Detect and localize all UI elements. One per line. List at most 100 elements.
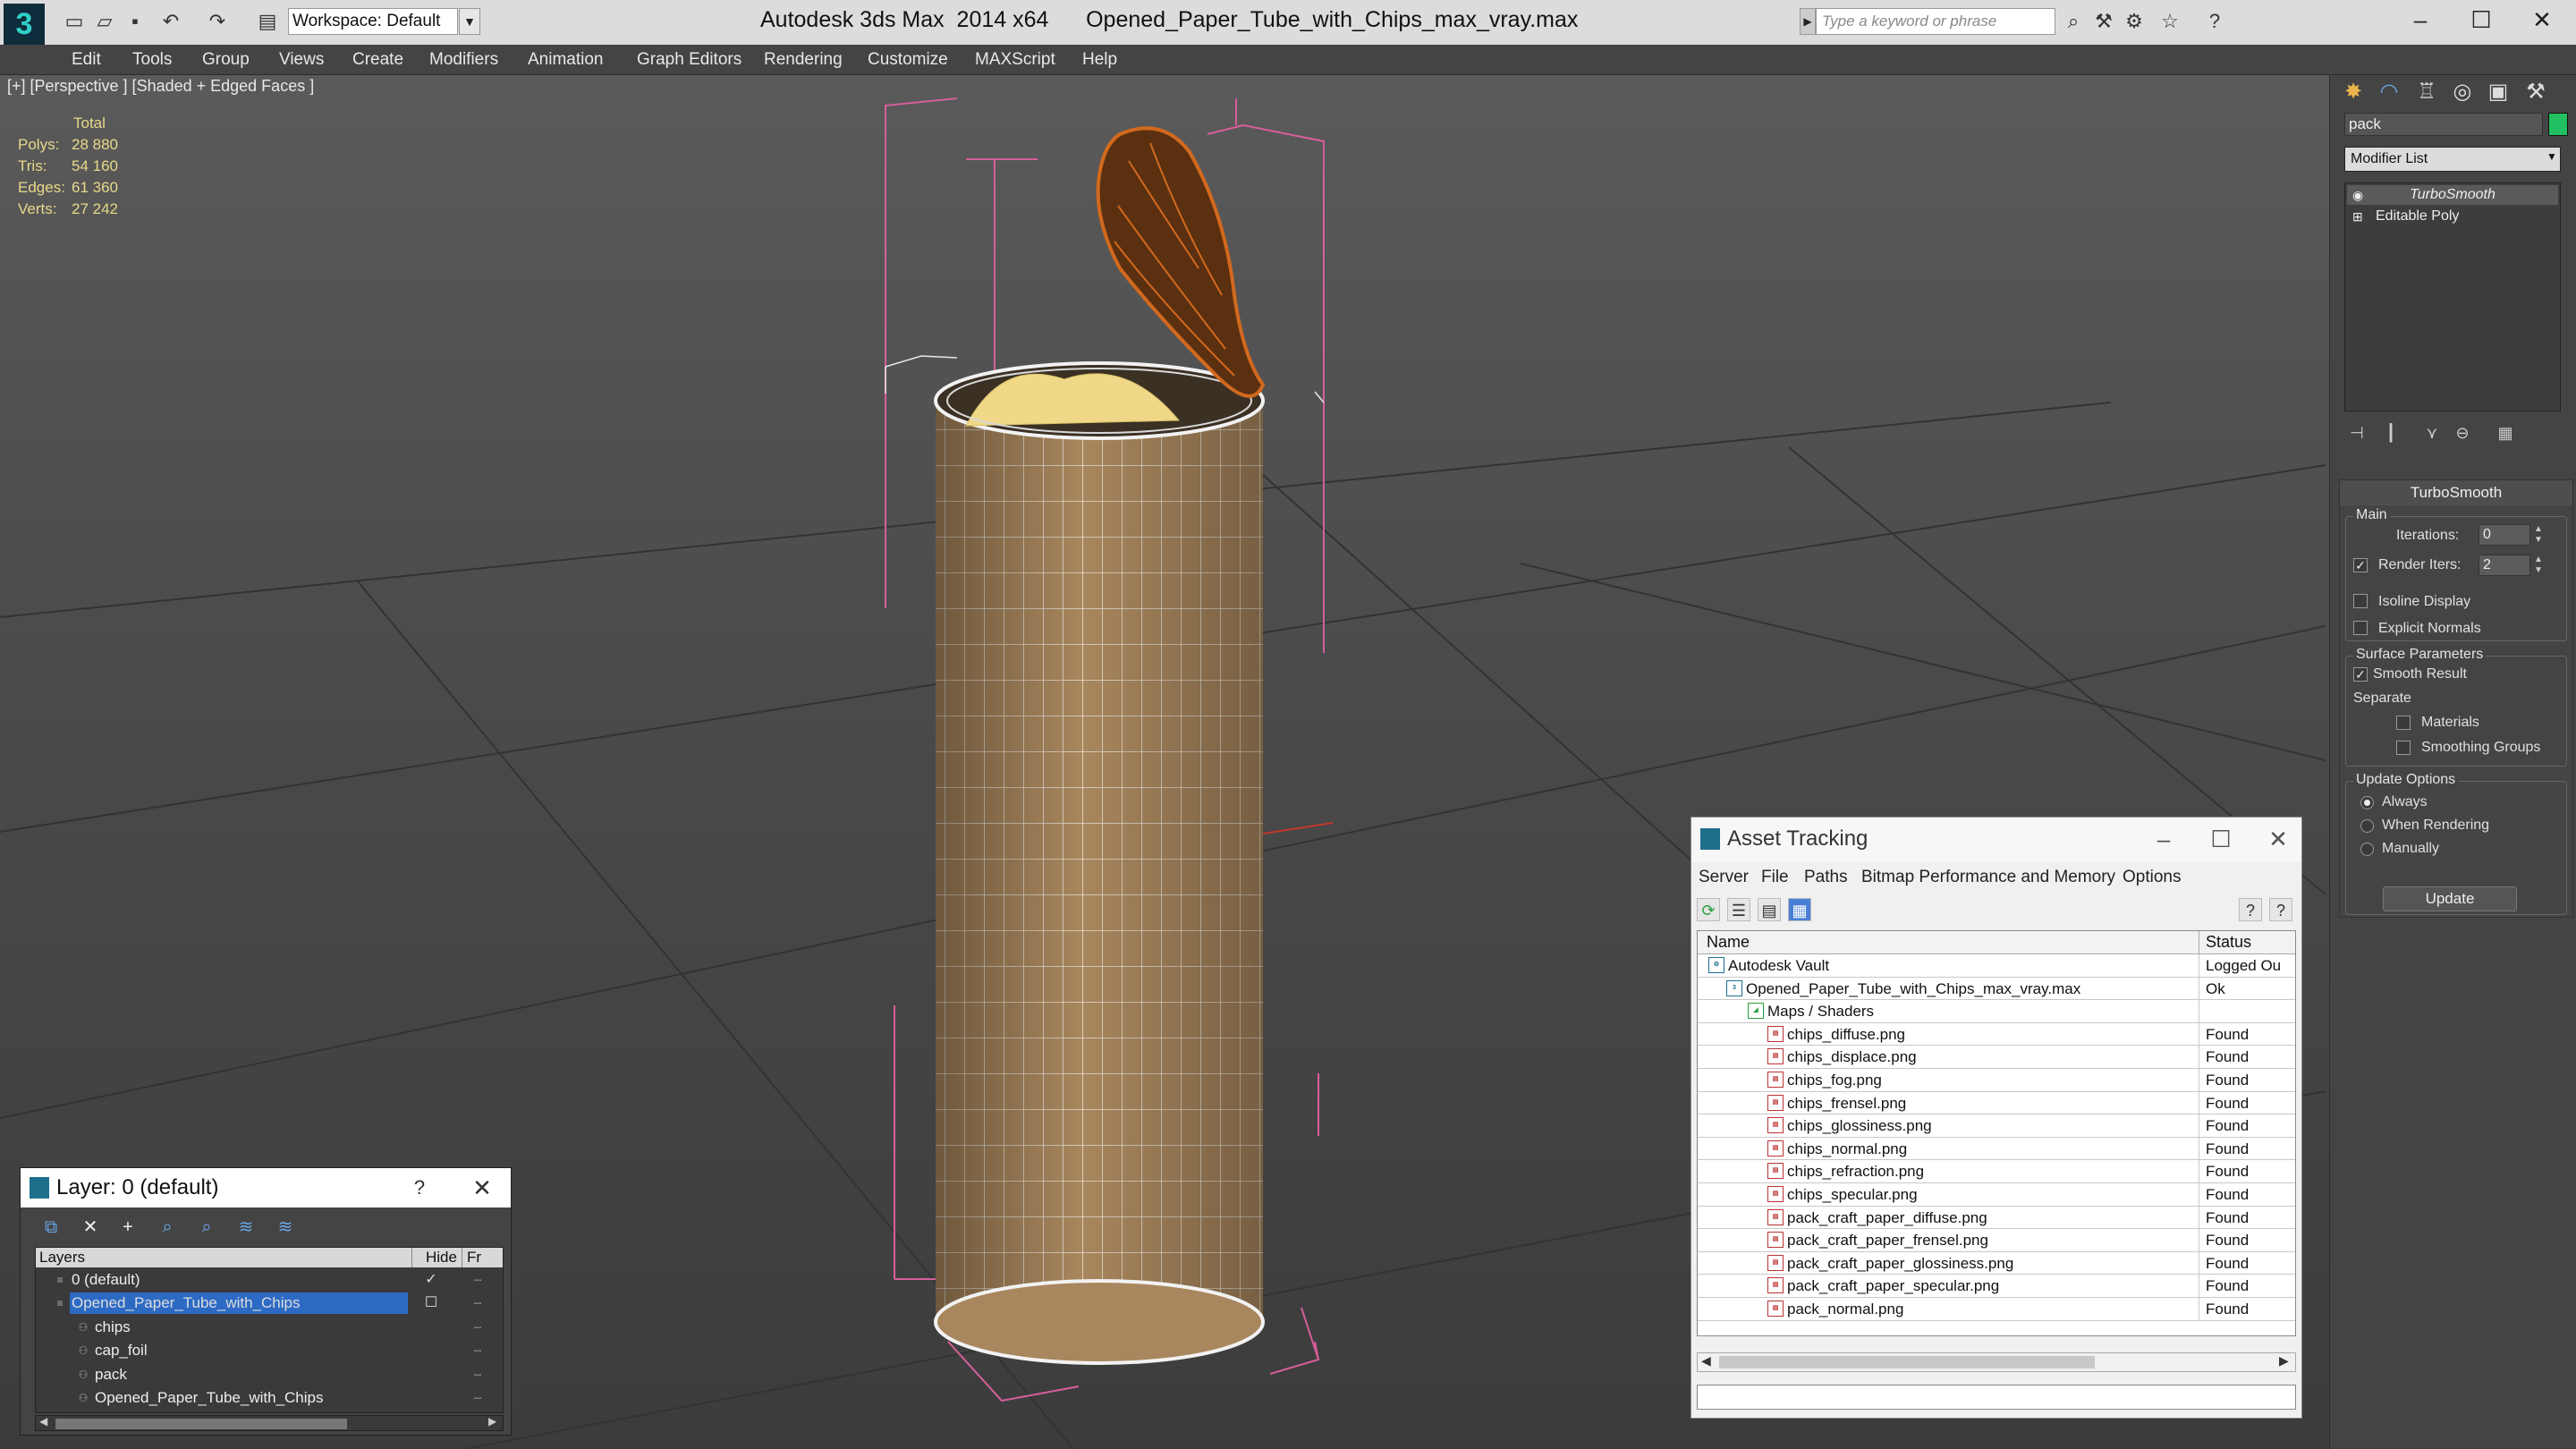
layer-row[interactable]: ≡ 0 (default) ✓ ┄ bbox=[36, 1269, 503, 1291]
table-row[interactable]: ⚙ Autodesk Vault Logged Ou bbox=[1698, 954, 2295, 978]
scroll-left-icon[interactable]: ◀ bbox=[39, 1415, 47, 1428]
table-row[interactable]: ▤ chips_diffuse.png Found bbox=[1698, 1022, 2295, 1046]
utilities-tab-icon[interactable]: ⚒ bbox=[2520, 79, 2552, 106]
menu-edit[interactable]: Edit bbox=[72, 45, 101, 75]
list-view-icon[interactable]: ☰ bbox=[1727, 898, 1750, 921]
update-button[interactable]: Update bbox=[2383, 886, 2517, 911]
configure-modifier-sets-icon[interactable]: ▦ bbox=[2495, 424, 2516, 445]
table-row[interactable]: ▤ chips_normal.png Found bbox=[1698, 1137, 2295, 1161]
select-objects-icon[interactable]: ⌕ bbox=[155, 1215, 180, 1240]
current-layer-check-icon[interactable]: ✓ bbox=[424, 1269, 438, 1291]
binoculars-icon[interactable]: ⌕ bbox=[2063, 12, 2084, 33]
menu-views[interactable]: Views bbox=[279, 45, 324, 75]
table-row[interactable]: ▤ pack_craft_paper_specular.png Found bbox=[1698, 1275, 2295, 1298]
motion-tab-icon[interactable]: ◎ bbox=[2446, 79, 2479, 106]
explicit-normals-checkbox[interactable] bbox=[2353, 621, 2368, 635]
freeze-toggle[interactable]: ┄ bbox=[467, 1387, 488, 1409]
menu-create[interactable]: Create bbox=[352, 45, 403, 75]
close-icon[interactable]: ✕ bbox=[2515, 4, 2569, 36]
menu-paths[interactable]: Paths bbox=[1804, 862, 1848, 893]
pin-stack-icon[interactable]: ⊣ bbox=[2346, 424, 2368, 445]
minimize-icon[interactable]: – bbox=[2394, 4, 2447, 36]
subscription-icon[interactable]: ⚒ bbox=[2093, 12, 2114, 33]
menu-modifiers[interactable]: Modifiers bbox=[429, 45, 498, 75]
smooth-result-checkbox[interactable]: ✓ bbox=[2353, 667, 2368, 682]
table-row[interactable]: ◢ Maps / Shaders bbox=[1698, 1000, 2295, 1023]
thumbnail-view-icon[interactable]: ▤ bbox=[1758, 898, 1781, 921]
column-header-status[interactable]: Status bbox=[2206, 933, 2251, 952]
hierarchy-tab-icon[interactable]: ♖ bbox=[2411, 79, 2443, 106]
freeze-toggle[interactable]: ┄ bbox=[467, 1364, 488, 1385]
delete-layer-icon[interactable]: ✕ bbox=[78, 1215, 103, 1240]
menu-tools[interactable]: Tools bbox=[132, 45, 172, 75]
dialog-title-bar[interactable]: Asset Tracking – ☐ ✕ bbox=[1691, 818, 2301, 862]
hide-all-layers-icon[interactable]: ≋ bbox=[233, 1215, 258, 1240]
menu-rendering[interactable]: Rendering bbox=[764, 45, 843, 75]
open-file-icon[interactable]: ▱ bbox=[95, 12, 114, 31]
chevron-down-icon[interactable]: ▼ bbox=[459, 8, 480, 35]
display-tab-icon[interactable]: ▣ bbox=[2482, 79, 2514, 106]
maximize-icon[interactable]: ☐ bbox=[2203, 823, 2239, 855]
communication-icon[interactable]: ⚙ bbox=[2123, 12, 2145, 33]
play-icon[interactable]: ▶ bbox=[1800, 8, 1816, 35]
lightbulb-icon[interactable]: ◉ bbox=[2352, 185, 2363, 205]
layer-name[interactable]: cap_foil bbox=[93, 1340, 149, 1361]
app-logo-icon[interactable]: 3 bbox=[4, 4, 45, 45]
when-rendering-radio[interactable] bbox=[2360, 819, 2374, 833]
table-row[interactable]: ▤ chips_refraction.png Found bbox=[1698, 1160, 2295, 1183]
new-file-icon[interactable]: ▭ bbox=[64, 12, 84, 31]
menu-help[interactable]: Help bbox=[1082, 45, 1117, 75]
freeze-toggle[interactable]: ┄ bbox=[467, 1340, 488, 1361]
modify-tab-icon[interactable]: ◠ bbox=[2373, 79, 2405, 106]
menu-customize[interactable]: Customize bbox=[868, 45, 948, 75]
table-row[interactable]: ▤ chips_displace.png Found bbox=[1698, 1046, 2295, 1069]
layer-row[interactable]: ⚇ chips ┄ bbox=[36, 1317, 503, 1338]
minimize-icon[interactable]: – bbox=[2146, 823, 2182, 855]
scroll-left-icon[interactable]: ◀ bbox=[1701, 1353, 1711, 1368]
column-header-layers[interactable]: Layers bbox=[39, 1248, 85, 1267]
layer-row[interactable]: ≡ Opened_Paper_Tube_with_Chips ☐ ┄ bbox=[36, 1292, 503, 1315]
table-view-icon[interactable]: ▦ bbox=[1788, 898, 1811, 921]
column-header-hide[interactable]: Hide bbox=[426, 1248, 457, 1267]
show-end-result-icon[interactable]: ┃ bbox=[2380, 424, 2402, 445]
always-radio[interactable] bbox=[2360, 796, 2374, 809]
asset-path-field[interactable] bbox=[1697, 1385, 2296, 1410]
maximize-icon[interactable]: ☐ bbox=[2454, 4, 2508, 36]
layer-name[interactable]: Opened_Paper_Tube_with_Chips bbox=[70, 1292, 408, 1315]
menu-graph-editors[interactable]: Graph Editors bbox=[637, 45, 741, 75]
remove-modifier-icon[interactable]: ⊖ bbox=[2452, 424, 2473, 445]
dialog-title-bar[interactable]: Layer: 0 (default) ? ✕ bbox=[21, 1168, 511, 1208]
hide-toggle[interactable]: ☐ bbox=[424, 1292, 438, 1314]
horizontal-scrollbar[interactable]: ◀ ▶ bbox=[1697, 1352, 2296, 1372]
stack-item-editable-poly[interactable]: ⊞ Editable Poly bbox=[2347, 207, 2558, 226]
layer-row[interactable]: ⚇ cap_foil ┄ bbox=[36, 1340, 503, 1361]
table-row[interactable]: ▤ pack_craft_paper_diffuse.png Found bbox=[1698, 1206, 2295, 1230]
menu-bitmap-performance[interactable]: Bitmap Performance and Memory bbox=[1861, 862, 2115, 893]
create-layer-icon[interactable]: ⧉ bbox=[38, 1215, 64, 1240]
freeze-toggle[interactable]: ┄ bbox=[467, 1292, 488, 1314]
scroll-right-icon[interactable]: ▶ bbox=[488, 1415, 496, 1428]
layer-name[interactable]: pack bbox=[93, 1364, 129, 1385]
workspace-selector[interactable]: Workspace: Default bbox=[288, 8, 458, 35]
table-row[interactable]: ▤ pack_craft_paper_frensel.png Found bbox=[1698, 1229, 2295, 1252]
layer-name[interactable]: chips bbox=[93, 1317, 132, 1338]
horizontal-scrollbar[interactable]: ◀ ▶ bbox=[35, 1415, 504, 1431]
menu-group[interactable]: Group bbox=[202, 45, 250, 75]
chevron-down-icon[interactable]: ▼ bbox=[2545, 150, 2559, 168]
layer-row[interactable]: ⚇ Opened_Paper_Tube_with_Chips ┄ bbox=[36, 1387, 503, 1409]
table-row[interactable]: ▤ chips_fog.png Found bbox=[1698, 1069, 2295, 1092]
project-folder-icon[interactable]: ▤ bbox=[258, 12, 277, 31]
table-row[interactable]: ▤ chips_frensel.png Found bbox=[1698, 1091, 2295, 1115]
scroll-right-icon[interactable]: ▶ bbox=[2279, 1353, 2289, 1368]
redo-icon[interactable]: ↷ bbox=[208, 12, 227, 31]
create-tab-icon[interactable]: ✸ bbox=[2337, 79, 2369, 106]
save-file-icon[interactable]: ▪ bbox=[125, 12, 145, 31]
freeze-toggle[interactable]: ┄ bbox=[467, 1269, 488, 1291]
iterations-spinner[interactable]: 0 bbox=[2479, 524, 2530, 546]
layer-row[interactable]: ⚇ pack ┄ bbox=[36, 1364, 503, 1385]
layer-name[interactable]: 0 (default) bbox=[70, 1269, 142, 1291]
scrollbar-thumb[interactable] bbox=[55, 1419, 347, 1429]
spinner-arrows-icon[interactable]: ▲ ▼ bbox=[2532, 524, 2545, 546]
highlight-selected-icon[interactable]: ⌕ bbox=[194, 1215, 219, 1240]
render-iters-spinner[interactable]: 2 bbox=[2479, 555, 2530, 576]
